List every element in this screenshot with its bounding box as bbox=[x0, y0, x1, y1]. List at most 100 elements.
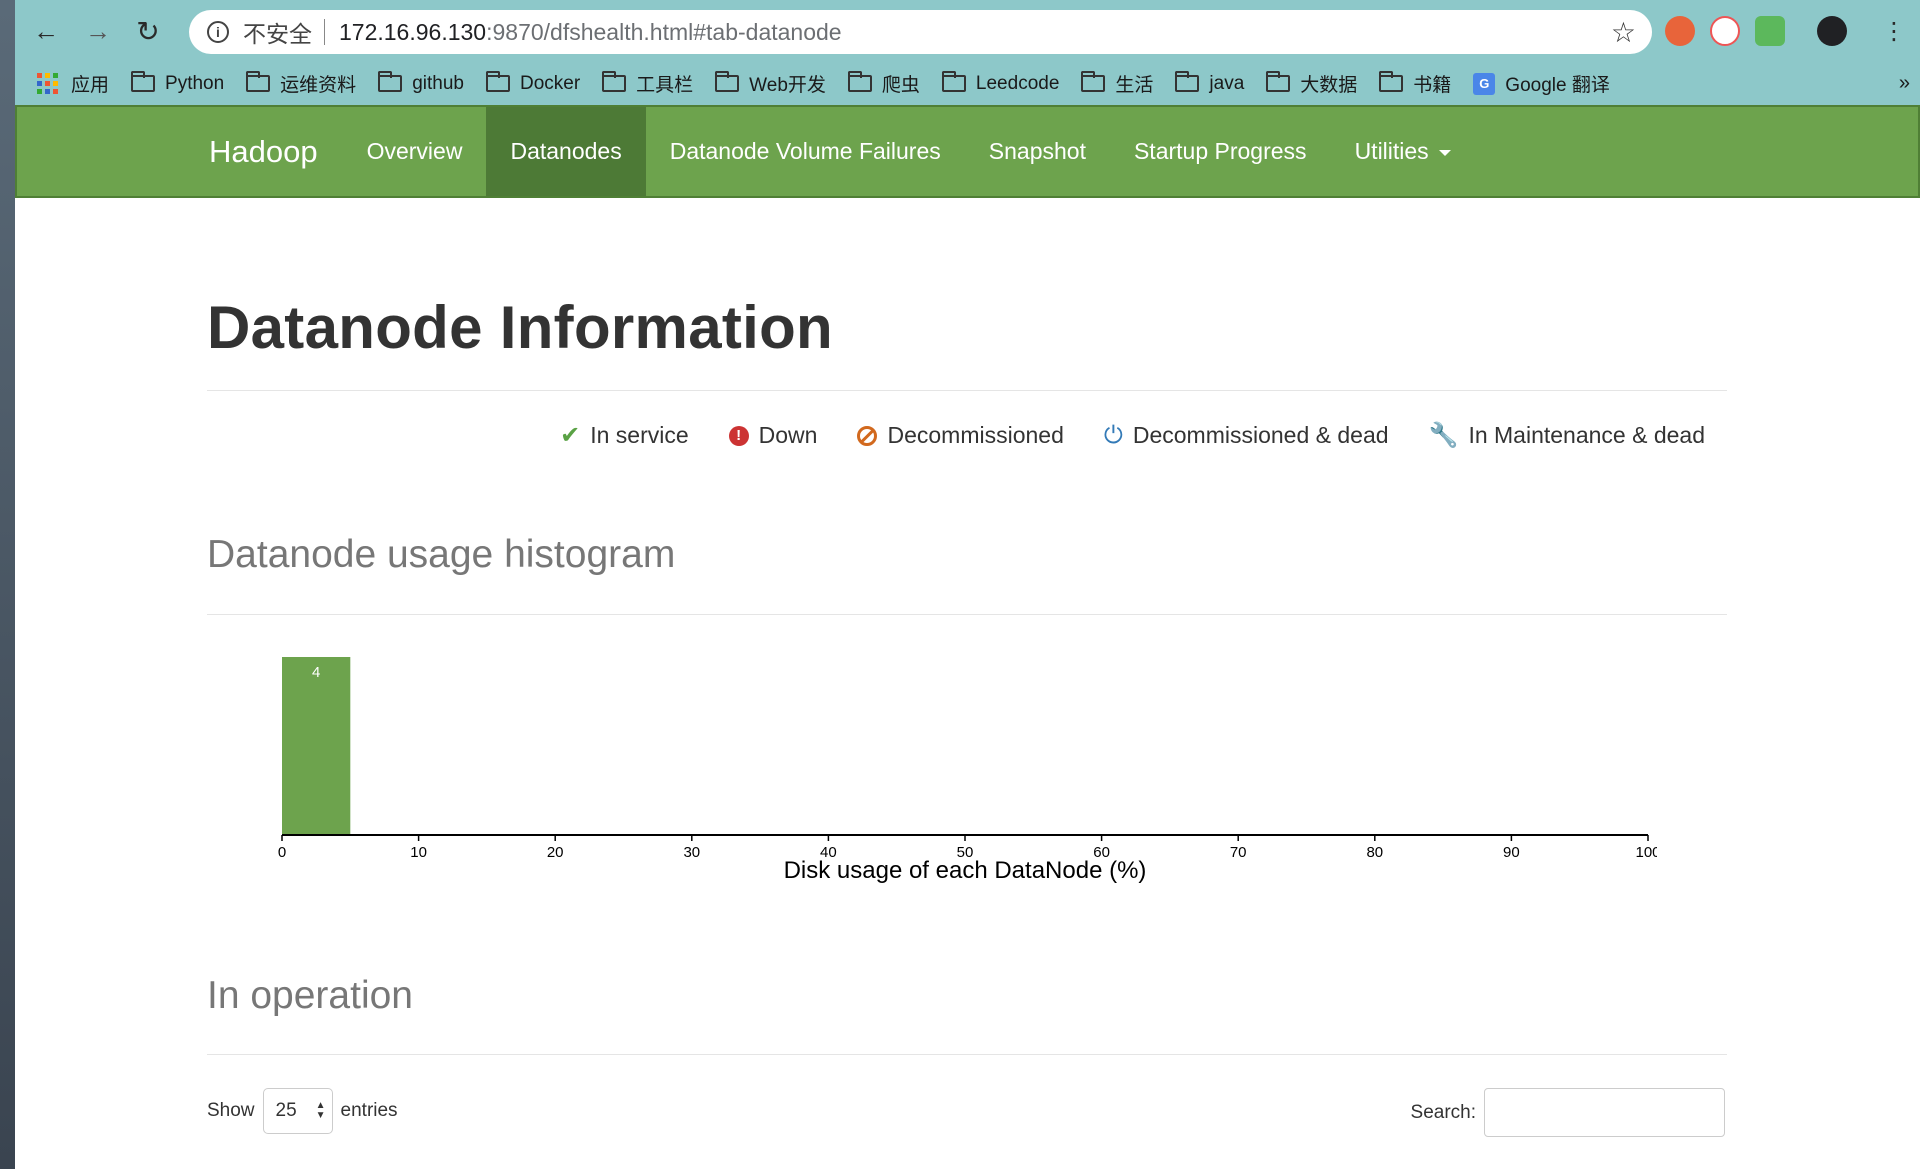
extension-icon[interactable] bbox=[1665, 16, 1695, 46]
legend-down: ! Down bbox=[728, 422, 818, 449]
usage-histogram: 40 10 20 30 40 50 60 70 80 90 100Disk usage of eac… bbox=[278, 657, 1657, 884]
bookmark-label: Leedcode bbox=[975, 72, 1060, 94]
show-label: Show bbox=[207, 1100, 255, 1121]
bookmark-label: java bbox=[1209, 72, 1245, 94]
address-bar[interactable]: i 不安全 172.16.96.130:9870/dfshealth.html#… bbox=[189, 10, 1652, 54]
x-tick-label: 70 bbox=[1230, 844, 1247, 861]
legend-label: In service bbox=[590, 422, 689, 448]
bookmark-folder[interactable]: 运维资料 bbox=[246, 70, 356, 97]
url-host: 172.16.96.130 bbox=[339, 18, 487, 45]
bookmark-star-icon[interactable]: ☆ bbox=[1611, 16, 1636, 49]
google-translate-icon: G bbox=[1473, 72, 1496, 95]
folder-icon bbox=[485, 71, 510, 92]
bookmark-folder[interactable]: Web开发 bbox=[715, 70, 826, 97]
search-input[interactable] bbox=[1484, 1088, 1725, 1137]
search-control: Search: bbox=[1411, 1088, 1725, 1137]
shield-extension-icon[interactable] bbox=[1755, 16, 1785, 46]
folder-icon bbox=[246, 71, 271, 92]
desktop-edge bbox=[0, 0, 15, 1169]
x-tick-label: 20 bbox=[547, 844, 564, 861]
x-tick-label: 90 bbox=[1503, 844, 1520, 861]
legend-decommissioned-dead: ⏻ Decommissioned & dead bbox=[1104, 422, 1389, 450]
separator bbox=[324, 19, 325, 45]
bookmark-folder[interactable]: 书籍 bbox=[1379, 70, 1451, 97]
bookmark-folder[interactable]: 生活 bbox=[1081, 70, 1153, 97]
bookmark-label: 工具栏 bbox=[636, 75, 694, 96]
legend-label: Decommissioned & dead bbox=[1132, 422, 1389, 448]
bookmark-label: 大数据 bbox=[1300, 75, 1358, 96]
bookmark-folder[interactable]: github bbox=[378, 71, 464, 95]
browser-toolbar: ← → ↻ i 不安全 172.16.96.130:9870/dfshealth… bbox=[15, 0, 1920, 62]
bookmark-label: Docker bbox=[519, 72, 581, 94]
check-icon: ✔ bbox=[560, 422, 581, 449]
page-content: Hadoop Overview Datanodes Datanode Volum… bbox=[15, 105, 1920, 1169]
bookmark-label: 书籍 bbox=[1413, 75, 1452, 96]
bookmark-folder[interactable]: 大数据 bbox=[1266, 70, 1357, 97]
folder-icon bbox=[941, 71, 966, 92]
bookmark-folder[interactable]: Python bbox=[131, 71, 224, 95]
bookmark-folder[interactable]: Leedcode bbox=[941, 71, 1060, 95]
search-label: Search: bbox=[1410, 1101, 1476, 1123]
browser-window: ← → ↻ i 不安全 172.16.96.130:9870/dfshealth… bbox=[15, 0, 1920, 1169]
exclamation-icon: ! bbox=[728, 425, 749, 446]
bookmark-label: 应用 bbox=[71, 75, 110, 96]
bookmark-label: Web开发 bbox=[749, 75, 826, 96]
main-container: Datanode Information ✔ In service ! Down… bbox=[207, 105, 1727, 1169]
reload-icon[interactable]: ↻ bbox=[131, 14, 165, 48]
folder-icon bbox=[378, 71, 403, 92]
entries-control: Show 25 ▲ ▼ entries bbox=[207, 1088, 398, 1134]
divider bbox=[207, 390, 1727, 391]
bookmark-label: Google 翻译 bbox=[1505, 75, 1610, 96]
bookmark-folder[interactable]: 爬虫 bbox=[847, 70, 920, 97]
folder-icon bbox=[1266, 71, 1291, 92]
bookmark-folder[interactable]: Docker bbox=[485, 71, 581, 95]
folder-icon bbox=[602, 71, 627, 92]
info-icon[interactable]: i bbox=[207, 21, 229, 43]
page-title: Datanode Information bbox=[207, 294, 834, 361]
bookmark-apps[interactable]: 应用 bbox=[37, 70, 109, 97]
folder-icon bbox=[131, 71, 156, 92]
forward-icon[interactable]: → bbox=[81, 14, 115, 48]
bookmarks-bar: 应用 Python 运维资料 github Docker 工具栏 Web开发 爬… bbox=[15, 62, 1920, 105]
legend-label: In Maintenance & dead bbox=[1468, 422, 1705, 448]
entries-select[interactable]: 25 ▲ ▼ bbox=[262, 1088, 333, 1134]
folder-icon bbox=[715, 71, 740, 92]
legend-in-service: ✔ In service bbox=[560, 421, 689, 450]
back-icon[interactable]: ← bbox=[29, 14, 63, 48]
x-tick-label: 30 bbox=[683, 844, 700, 861]
updown-arrows-icon: ▲ ▼ bbox=[315, 1100, 326, 1121]
x-axis-label: Disk usage of each DataNode (%) bbox=[784, 857, 1147, 884]
insecure-label: 不安全 bbox=[243, 21, 312, 47]
x-tick-label: 10 bbox=[410, 844, 427, 861]
operation-heading: In operation bbox=[207, 974, 413, 1017]
status-legend: ✔ In service ! Down Decommissioned ⏻ Dec… bbox=[520, 421, 1705, 450]
apps-grid-icon bbox=[37, 72, 59, 95]
bookmark-google-translate[interactable]: G Google 翻译 bbox=[1473, 70, 1610, 97]
divider bbox=[207, 614, 1727, 615]
bookmark-folder[interactable]: java bbox=[1175, 71, 1245, 95]
wrench-icon: 🔧 bbox=[1428, 422, 1459, 449]
bookmark-label: 运维资料 bbox=[280, 75, 357, 96]
folder-icon bbox=[1175, 71, 1200, 92]
entries-value: 25 bbox=[275, 1100, 297, 1121]
divider bbox=[207, 1054, 1727, 1055]
x-tick-label: 80 bbox=[1366, 844, 1383, 861]
folder-icon bbox=[847, 71, 872, 92]
menu-icon[interactable]: ⋮ bbox=[1877, 14, 1911, 48]
profile-icon[interactable] bbox=[1817, 16, 1847, 46]
pdf-extension-icon[interactable] bbox=[1710, 16, 1740, 46]
folder-icon bbox=[1379, 71, 1404, 92]
legend-label: Down bbox=[758, 422, 818, 448]
folder-icon bbox=[1081, 71, 1106, 92]
legend-label: Decommissioned bbox=[887, 422, 1064, 448]
bookmark-label: 爬虫 bbox=[881, 75, 920, 96]
legend-maintenance-dead: 🔧 In Maintenance & dead bbox=[1429, 421, 1705, 450]
legend-decommissioned: Decommissioned bbox=[857, 422, 1064, 449]
power-icon: ⏻ bbox=[1103, 421, 1123, 449]
histogram-bar bbox=[282, 657, 351, 835]
entries-label: entries bbox=[340, 1100, 398, 1121]
x-tick-label: 0 bbox=[278, 844, 286, 861]
bookmarks-overflow-icon[interactable]: » bbox=[1899, 72, 1910, 95]
bookmark-folder[interactable]: 工具栏 bbox=[602, 70, 693, 97]
bar-count-label: 4 bbox=[312, 664, 320, 681]
